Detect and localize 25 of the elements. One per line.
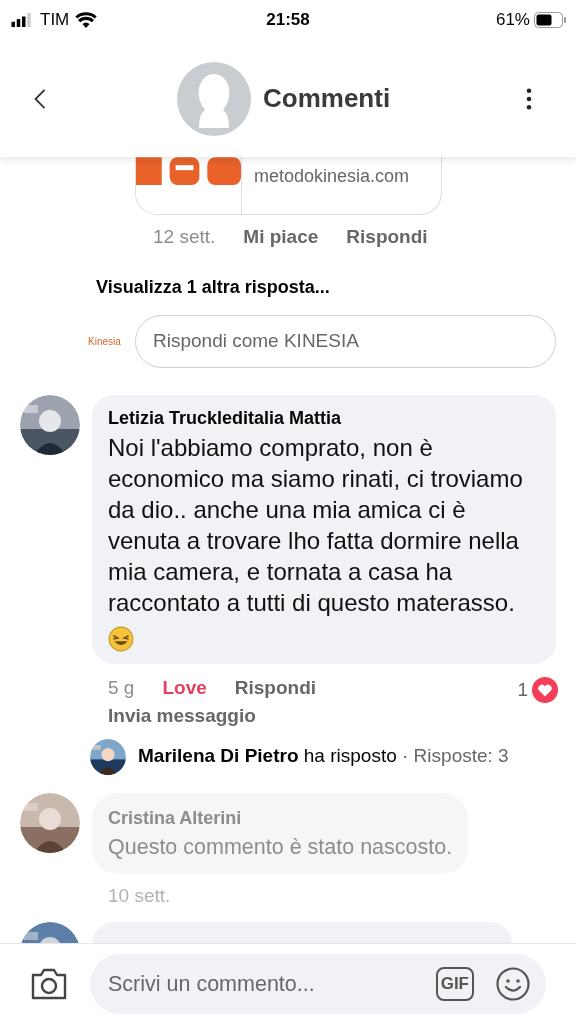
action-link[interactable]: Rispondi xyxy=(346,223,428,252)
timestamp: 10 sett. xyxy=(108,883,171,908)
comment-field[interactable]: Scrivi un commento... GIF xyxy=(90,954,546,1014)
action-link[interactable]: Rispondi xyxy=(234,673,317,702)
carrier-name: TIM xyxy=(40,9,70,32)
clock: 21:58 xyxy=(266,9,310,32)
link-preview-card[interactable]: metodokinesia.com xyxy=(135,157,442,215)
author-name[interactable]: Cristina Alterini xyxy=(108,804,453,832)
more-replies-link[interactable]: Visualizza 1 altra risposta... xyxy=(96,273,330,301)
gif-button[interactable]: GIF xyxy=(435,967,474,1001)
reply-field[interactable]: Rispondi come KINESIA xyxy=(135,314,556,368)
reaction-count: 1 xyxy=(517,677,528,702)
comment-text: Noi l'abbiamo comprato, non è economico ma siamo rinati, ci troviamo da dio.. anche una mia amica ci è venuta a trovare lho fatta dormire nella mia camera, e tornata a casa ha raccontato a tutti di questo materasso. xyxy=(108,432,524,618)
brand-logo: Kinesia xyxy=(88,334,122,349)
timestamp: 5 g xyxy=(108,675,135,700)
author-name[interactable]: Letizia Truckleditalia Mattia xyxy=(108,404,540,432)
send-message-link[interactable]: Invia messaggio xyxy=(108,702,256,731)
comment-text: Questo commento è stato nascosto. xyxy=(108,833,453,861)
action-link[interactable]: Mi piace xyxy=(243,223,319,252)
battery-percent: 61% xyxy=(495,9,530,32)
reaction-link[interactable]: Love xyxy=(162,673,207,702)
timestamp: 12 sett. xyxy=(153,225,216,249)
page-title: Commenti xyxy=(263,82,391,115)
reply-summary[interactable]: Marilena Di Pietro ha risposto · Risposte: 3 xyxy=(138,742,509,771)
link-domain: metodokinesia.com xyxy=(254,165,410,188)
